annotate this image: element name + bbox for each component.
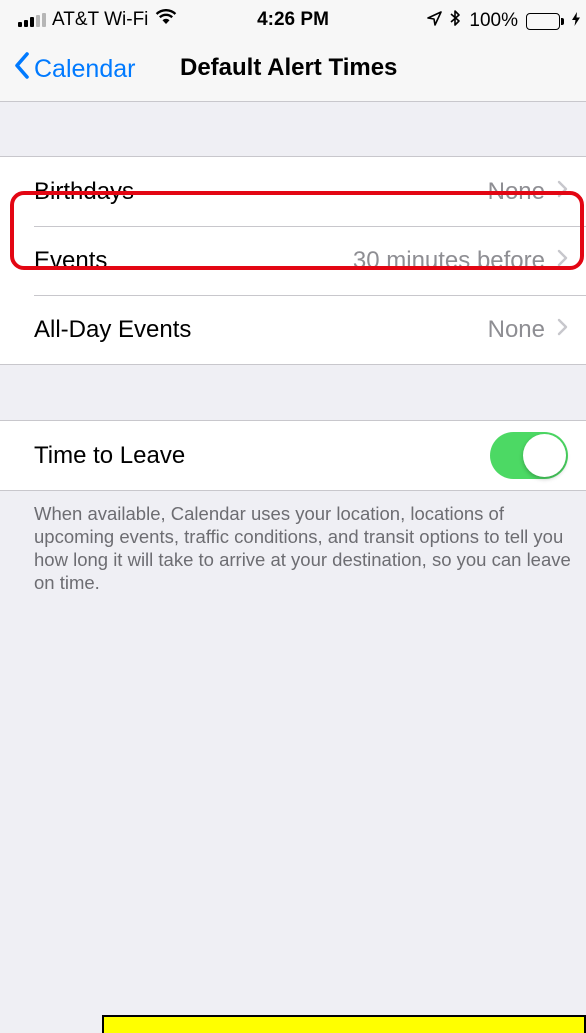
row-label: Birthdays bbox=[34, 177, 135, 205]
location-arrow-icon bbox=[427, 10, 443, 32]
row-value: None bbox=[487, 177, 545, 205]
back-button-label: Calendar bbox=[34, 54, 136, 83]
back-button[interactable]: Calendar bbox=[14, 52, 135, 86]
chevron-left-icon bbox=[14, 52, 30, 86]
battery-icon bbox=[526, 12, 564, 30]
time-to-leave-toggle[interactable] bbox=[490, 432, 568, 479]
list-item-all-day-events[interactable]: All-Day Events None bbox=[0, 295, 586, 364]
chevron-right-icon bbox=[557, 180, 568, 203]
time-to-leave-group: Time to Leave bbox=[0, 420, 586, 491]
row-value: None bbox=[487, 315, 545, 343]
navigation-bar: Calendar Default Alert Times bbox=[0, 38, 586, 102]
row-label: All-Day Events bbox=[34, 315, 192, 343]
list-item-birthdays[interactable]: Birthdays None bbox=[0, 157, 586, 226]
bluetooth-icon bbox=[450, 9, 461, 33]
row-label: Time to Leave bbox=[34, 441, 186, 469]
chevron-right-icon bbox=[557, 318, 568, 341]
status-bar: AT&T Wi-Fi 4:26 PM 100% bbox=[0, 0, 586, 38]
annotation-box bbox=[102, 1015, 586, 1033]
toggle-knob bbox=[523, 434, 566, 477]
page-title: Default Alert Times bbox=[180, 54, 398, 81]
list-item-time-to-leave: Time to Leave bbox=[0, 421, 586, 490]
alert-times-group: Birthdays None Events 30 minutes before … bbox=[0, 156, 586, 365]
time-to-leave-description: When available, Calendar uses your locat… bbox=[34, 503, 571, 593]
row-label: Events bbox=[34, 246, 108, 274]
row-value: 30 minutes before bbox=[352, 246, 545, 274]
battery-percent: 100% bbox=[469, 10, 518, 31]
list-item-events[interactable]: Events 30 minutes before bbox=[0, 226, 586, 295]
charging-icon bbox=[572, 10, 580, 32]
status-right: 100% bbox=[427, 9, 580, 33]
chevron-right-icon bbox=[557, 249, 568, 272]
